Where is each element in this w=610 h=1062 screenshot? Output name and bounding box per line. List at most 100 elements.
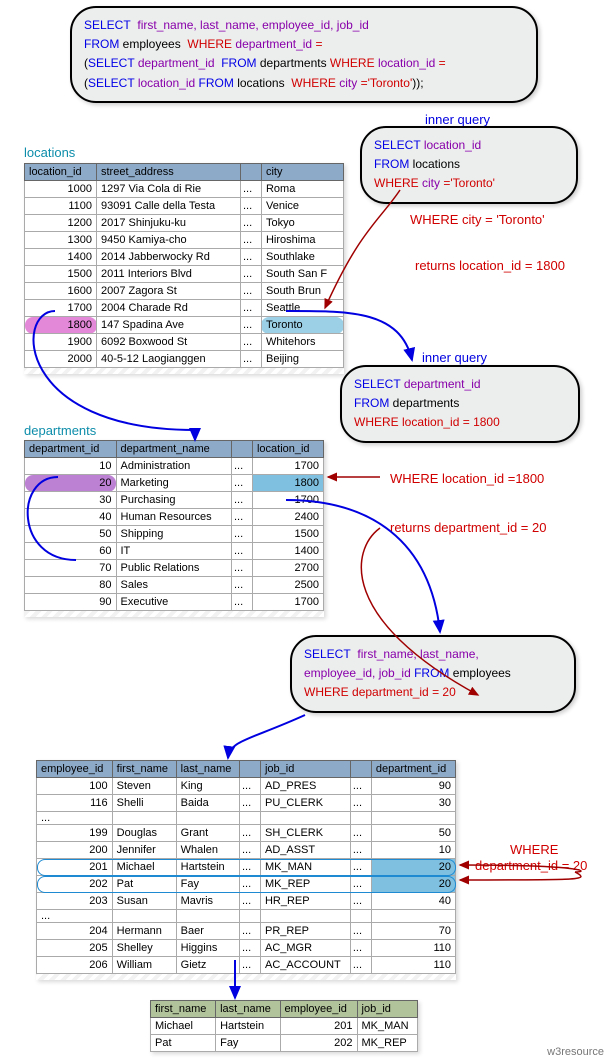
tbl: employees bbox=[123, 37, 181, 51]
iq1-tbl: locations bbox=[413, 157, 460, 171]
table-row: 30Purchasing...1700 bbox=[25, 492, 324, 509]
iq2-col: department_id bbox=[404, 377, 481, 391]
table-row: ... bbox=[37, 910, 456, 923]
table-row: 70Public Relations...2700 bbox=[25, 560, 324, 577]
departments-table: department_id department_name location_i… bbox=[24, 440, 324, 611]
table-row: 14002014 Jabberwocky Rd...Southlake bbox=[25, 249, 344, 266]
th-last_name: last_name bbox=[216, 1001, 280, 1018]
iq2-tbl: departments bbox=[393, 396, 460, 410]
th-last_name: last_name bbox=[176, 761, 239, 778]
th-department_id: department_id bbox=[25, 441, 117, 458]
watermark: w3resource bbox=[547, 1046, 604, 1058]
iq1-sel: SELECT bbox=[374, 138, 420, 152]
table-row: 17002004 Charade Rd...Seattle bbox=[25, 300, 344, 317]
inner-query-box-1: SELECT location_id FROM locations WHERE … bbox=[360, 126, 578, 204]
table-row: 200040-5-12 Laogianggen...Beijing bbox=[25, 351, 344, 368]
sub2-cond: ='Toronto' bbox=[361, 76, 413, 90]
table-row: 19006092 Boxwood St...Whitehors bbox=[25, 334, 344, 351]
th-city: city bbox=[261, 164, 343, 181]
fq-cols: first_name, last_name, bbox=[357, 647, 478, 661]
sub1-select: SELECT bbox=[88, 56, 134, 70]
final-query-box: SELECT first_name, last_name, employee_i… bbox=[290, 635, 576, 713]
cols: first_name, last_name, employee_id, job_… bbox=[137, 18, 368, 32]
table-row: 40Human Resources...2400 bbox=[25, 509, 324, 526]
fq-cond: WHERE department_id = 20 bbox=[304, 685, 456, 699]
sub2-from: FROM bbox=[199, 76, 234, 90]
locations-table-wrap: location_id street_address city 10001297… bbox=[24, 163, 344, 374]
employees-table-wrap: employee_id first_name last_name job_id … bbox=[36, 760, 456, 980]
th-department_name: department_name bbox=[116, 441, 231, 458]
table-row: ... bbox=[37, 812, 456, 825]
table-row: 199DouglasGrant...SH_CLERK...50 bbox=[37, 825, 456, 842]
sub1-where: WHERE bbox=[330, 56, 375, 70]
table-row: 100StevenKing...AD_PRES...90 bbox=[37, 778, 456, 795]
th-first_name: first_name bbox=[112, 761, 176, 778]
th-dots bbox=[239, 761, 260, 778]
table-row: 116ShelliBaida...PU_CLERK...30 bbox=[37, 795, 456, 812]
sub1-col: department_id bbox=[138, 56, 215, 70]
inner-query-box-2: SELECT department_id FROM departments WH… bbox=[340, 365, 580, 443]
main-query-box: SELECT first_name, last_name, employee_i… bbox=[70, 6, 538, 103]
th-location_id: location_id bbox=[25, 164, 97, 181]
th-street_address: street_address bbox=[97, 164, 241, 181]
fq-sel: SELECT bbox=[304, 647, 351, 661]
label-locations: locations bbox=[24, 145, 75, 160]
annot-ret-dept: returns department_id = 20 bbox=[390, 520, 546, 535]
iq1-col: location_id bbox=[424, 138, 481, 152]
fq-tbl: employees bbox=[453, 666, 511, 680]
table-row: 205ShelleyHiggins...AC_MGR...110 bbox=[37, 940, 456, 957]
table-row: 90Executive...1700 bbox=[25, 594, 324, 611]
iq2-sel: SELECT bbox=[354, 377, 400, 391]
kw-from: FROM bbox=[84, 37, 119, 51]
th-employee_id: employee_id bbox=[280, 1001, 357, 1018]
annot-ret-loc: returns location_id = 1800 bbox=[415, 258, 565, 273]
wcol: department_id bbox=[235, 37, 312, 51]
locations-table: location_id street_address city 10001297… bbox=[24, 163, 344, 368]
sub2-tbl: locations bbox=[237, 76, 284, 90]
eq: = bbox=[315, 37, 322, 51]
sub2-select: SELECT bbox=[88, 76, 134, 90]
th-dots bbox=[231, 441, 252, 458]
table-row: 15002011 Interiors Blvd...South San F bbox=[25, 266, 344, 283]
sub2-wcol: city bbox=[339, 76, 357, 90]
annot-where-dept: WHERE bbox=[510, 842, 558, 857]
close: )); bbox=[412, 76, 423, 90]
table-row: PatFay202MK_REP bbox=[151, 1035, 418, 1052]
iq2-cond: WHERE location_id = 1800 bbox=[354, 415, 500, 429]
table-row: 12002017 Shinjuku-ku...Tokyo bbox=[25, 215, 344, 232]
kw-where: WHERE bbox=[187, 37, 232, 51]
departments-table-wrap: department_id department_name location_i… bbox=[24, 440, 324, 617]
table-row: 16002007 Zagora St...South Brun bbox=[25, 283, 344, 300]
table-row: 10Administration...1700 bbox=[25, 458, 324, 475]
th-dots bbox=[240, 164, 261, 181]
iq1-where: WHERE bbox=[374, 176, 419, 190]
table-row: 50Shipping...1500 bbox=[25, 526, 324, 543]
sub1-tbl: departments bbox=[260, 56, 327, 70]
table-row: 60IT...1400 bbox=[25, 543, 324, 560]
sub1-from: FROM bbox=[221, 56, 256, 70]
sub1-eq: = bbox=[439, 56, 446, 70]
sub2-where: WHERE bbox=[291, 76, 336, 90]
table-row: 204HermannBaer...PR_REP...70 bbox=[37, 923, 456, 940]
table-row: 201MichaelHartstein...MK_MAN...20 bbox=[37, 859, 456, 876]
th-dots bbox=[350, 761, 371, 778]
th-first_name: first_name bbox=[151, 1001, 216, 1018]
fq-from: FROM bbox=[414, 666, 449, 680]
table-row: 203SusanMavris...HR_REP...40 bbox=[37, 893, 456, 910]
table-row: 110093091 Calle della Testa...Venice bbox=[25, 198, 344, 215]
iq2-from: FROM bbox=[354, 396, 389, 410]
result-table: first_name last_name employee_id job_id … bbox=[150, 1000, 418, 1052]
th-job_id: job_id bbox=[260, 761, 350, 778]
table-row: 200JenniferWhalen...AD_ASST...10 bbox=[37, 842, 456, 859]
fq-cols2: employee_id, job_id bbox=[304, 666, 411, 680]
label-inner-query-2: inner query bbox=[422, 350, 487, 365]
th-location_id: location_id bbox=[252, 441, 323, 458]
th-job_id: job_id bbox=[357, 1001, 417, 1018]
table-row: 13009450 Kamiya-cho...Hiroshima bbox=[25, 232, 344, 249]
table-row: 206WilliamGietz...AC_ACCOUNT...110 bbox=[37, 957, 456, 974]
result-table-wrap: first_name last_name employee_id job_id … bbox=[150, 1000, 418, 1052]
sub1-wcol: location_id bbox=[378, 56, 435, 70]
employees-table: employee_id first_name last_name job_id … bbox=[36, 760, 456, 974]
table-row: 10001297 Via Cola di Rie...Roma bbox=[25, 181, 344, 198]
kw-select: SELECT bbox=[84, 18, 131, 32]
